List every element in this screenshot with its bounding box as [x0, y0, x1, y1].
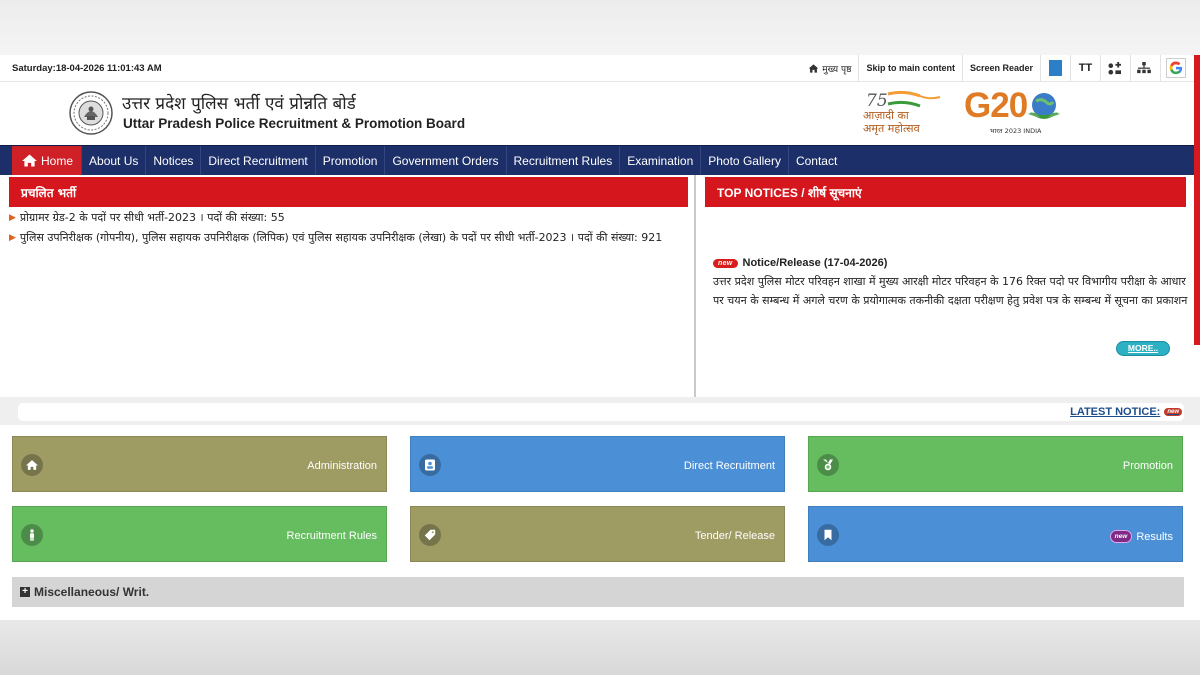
sitemap-icon	[1137, 62, 1151, 74]
tile-label-text: Results	[1136, 530, 1173, 543]
font-size-button[interactable]: TT	[1070, 55, 1100, 82]
notice-title: new Notice/Release (17-04-2026)	[713, 257, 1191, 269]
tile-label: Administration	[307, 460, 377, 472]
home-link[interactable]: मुख्य पृष्ठ	[801, 55, 858, 82]
azadi-ka-amrit-mahotsav-logo: 75 आज़ादी का अमृत महोत्सव	[860, 88, 950, 136]
contrast-toggle[interactable]	[1040, 55, 1070, 82]
tile-promotion[interactable]: Promotion	[808, 436, 1183, 492]
new-badge: new	[1164, 408, 1182, 416]
home-icon	[21, 454, 43, 476]
top-notices-panel: TOP NOTICES / शीर्ष सूचनाएं new Notice/R…	[698, 175, 1200, 397]
top-bar: Saturday:18-04-2026 11:01:43 AM मुख्य पृ…	[0, 55, 1200, 82]
bookmark-icon	[817, 524, 839, 546]
list-item[interactable]: ▶ प्रोग्रामर ग्रेड-2 के पदों पर सीधी भर्…	[9, 211, 689, 225]
skip-to-main-link[interactable]: Skip to main content	[858, 55, 962, 82]
main-navigation: Home About Us Notices Direct Recruitment…	[0, 145, 1200, 175]
nav-item-label: Home	[41, 153, 74, 168]
notice-title-text: Notice/Release (17-04-2026)	[742, 257, 888, 269]
site-title-hindi: उत्तर प्रदेश पुलिस भर्ती एवं प्रोन्नति ब…	[122, 94, 356, 114]
medal-icon	[817, 454, 839, 476]
page: Saturday:18-04-2026 11:01:43 AM मुख्य पृ…	[0, 55, 1200, 620]
nav-item-about-us[interactable]: About Us	[82, 146, 147, 175]
id-card-icon	[419, 454, 441, 476]
current-recruitment-heading: प्रचलित भर्ती	[9, 177, 688, 207]
current-recruitment-panel: प्रचलित भर्ती ▶ प्रोग्रामर ग्रेड-2 के पद…	[0, 175, 696, 397]
recruitment-item-text: पुलिस उपनिरीक्षक (गोपनीय), पुलिस सहायक उ…	[19, 231, 663, 244]
home-icon	[22, 154, 37, 167]
more-button[interactable]: MORE..	[1116, 341, 1170, 356]
tile-label: Promotion	[1122, 460, 1173, 472]
tile-label: new Results	[1109, 530, 1173, 543]
tag-icon	[419, 524, 441, 546]
globe-lotus-icon	[1028, 93, 1060, 119]
tile-direct-recruitment[interactable]: Direct Recruitment	[410, 436, 785, 492]
top-notices-heading: TOP NOTICES / शीर्ष सूचनाएं	[705, 177, 1186, 207]
nav-item-home[interactable]: Home	[12, 146, 83, 175]
tile-label: Direct Recruitment	[683, 460, 775, 472]
tile-recruitment-rules[interactable]: Recruitment Rules	[12, 506, 387, 562]
triangle-bullet-icon: ▶	[9, 233, 16, 243]
nav-item-examination[interactable]: Examination	[620, 146, 702, 175]
screen-reader-link[interactable]: Screen Reader	[961, 55, 1040, 82]
tile-results[interactable]: new Results	[808, 506, 1183, 562]
tile-label: Tender/ Release	[694, 530, 775, 542]
contrast-icon	[1049, 60, 1062, 76]
list-item[interactable]: ▶ पुलिस उपनिरीक्षक (गोपनीय), पुलिस सहायक…	[9, 231, 689, 245]
google-translate-button[interactable]	[1160, 55, 1190, 82]
g20-subtitle: भारत 2023 INDIA	[990, 127, 1042, 135]
nav-item-recruitment-rules[interactable]: Recruitment Rules	[507, 146, 621, 175]
person-icon	[21, 524, 43, 546]
home-link-label: मुख्य पृष्ठ	[822, 64, 852, 75]
nav-item-government-orders[interactable]: Government Orders	[385, 146, 507, 175]
social-share-button[interactable]	[1100, 55, 1130, 82]
tile-label: Recruitment Rules	[286, 530, 377, 542]
g20-text: G20	[964, 86, 1028, 125]
share-icon	[1107, 61, 1121, 75]
nav-item-contact[interactable]: Contact	[789, 146, 844, 175]
site-title-english: Uttar Pradesh Police Recruitment & Promo…	[123, 116, 466, 131]
latest-notice-ticker: LATEST NOTICE: new	[0, 397, 1200, 425]
tile-administration[interactable]: Administration	[12, 436, 387, 492]
plus-icon: +	[20, 587, 30, 597]
tile-tender-release[interactable]: Tender/ Release	[410, 506, 785, 562]
home-icon	[808, 63, 819, 73]
nav-item-photo-gallery[interactable]: Photo Gallery	[701, 146, 789, 175]
up-police-emblem-icon[interactable]	[69, 91, 113, 135]
nav-item-direct-recruitment[interactable]: Direct Recruitment	[201, 146, 316, 175]
content-panels: प्रचलित भर्ती ▶ प्रोग्रामर ग्रेड-2 के पद…	[0, 175, 1200, 397]
notice-item[interactable]: new Notice/Release (17-04-2026) उत्तर प्…	[713, 257, 1191, 310]
notice-body: उत्तर प्रदेश पुलिस मोटर परिवहन शाखा में …	[713, 275, 1188, 307]
scrollbar-indicator[interactable]	[1194, 55, 1200, 345]
utility-links: मुख्य पृष्ठ Skip to main content Screen …	[801, 55, 1190, 82]
recruitment-item-text: प्रोग्रामर ग्रेड-2 के पदों पर सीधी भर्ती…	[19, 211, 285, 224]
sitemap-button[interactable]	[1130, 55, 1160, 82]
google-icon	[1165, 58, 1186, 78]
latest-notice-link[interactable]: LATEST NOTICE: new	[1070, 406, 1182, 418]
site-header: उत्तर प्रदेश पुलिस भर्ती एवं प्रोन्नति ब…	[0, 82, 1200, 145]
g20-logo: G20 भारत 2023 INDIA	[962, 86, 1066, 138]
new-badge: new	[1109, 530, 1133, 543]
ticker-track	[18, 403, 1184, 421]
azadi-line-2: अमृत महोत्सव	[863, 122, 920, 135]
font-size-icon: TT	[1078, 62, 1093, 74]
latest-notice-label: LATEST NOTICE:	[1070, 406, 1161, 418]
triangle-bullet-icon: ▶	[9, 213, 16, 223]
nav-item-promotion[interactable]: Promotion	[316, 146, 386, 175]
miscellaneous-accordion[interactable]: + Miscellaneous/ Writ.	[12, 577, 1184, 607]
recruitment-list: ▶ प्रोग्रामर ग्रेड-2 के पदों पर सीधी भर्…	[9, 211, 689, 251]
new-badge: new	[713, 258, 738, 268]
miscellaneous-label: Miscellaneous/ Writ.	[34, 585, 150, 599]
date-time: Saturday:18-04-2026 11:01:43 AM	[12, 62, 162, 74]
nav-item-notices[interactable]: Notices	[146, 146, 202, 175]
